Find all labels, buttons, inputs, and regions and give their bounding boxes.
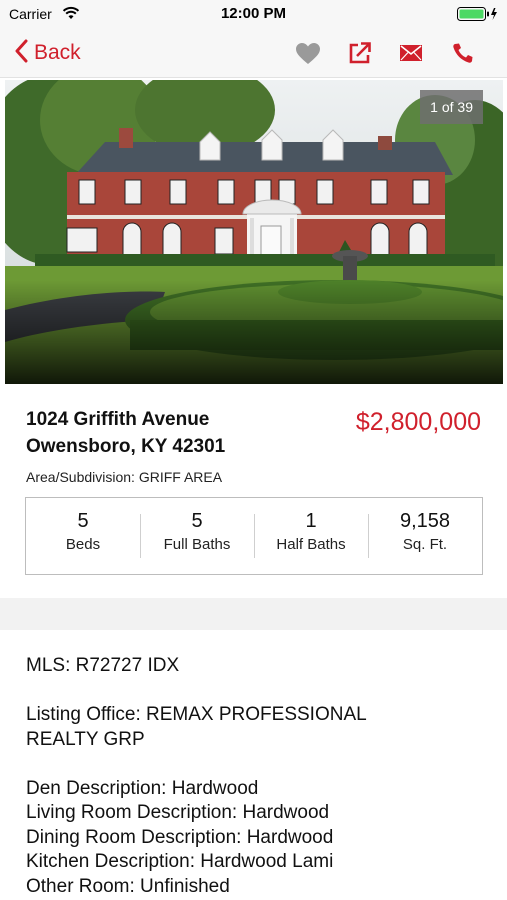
room-description: Living Room Description: Hardwood (26, 802, 330, 823)
photo-counter: 1 of 39 (420, 90, 483, 124)
nav-bar: Back (0, 28, 507, 78)
price: $2,800,000 (355, 408, 481, 436)
listing-office-cont: REALTY GRP (26, 728, 145, 750)
stat-value: 5 (77, 510, 89, 532)
room-description: Other Room: Unfinished (26, 875, 230, 897)
phone-icon[interactable] (449, 40, 477, 66)
stat-label: Full Baths (163, 536, 231, 553)
stat-label: Sq. Ft. (402, 536, 448, 553)
area-subdivision: Area/Subdivision: GRIFF AREA (26, 469, 223, 485)
section-divider (0, 598, 507, 630)
heart-icon[interactable] (294, 40, 322, 66)
room-description: Den Description: Hardwood (26, 777, 259, 799)
address-line1: 1024 Griffith Avenue (26, 409, 210, 430)
room-description: Kitchen Description: Hardwood Lami (26, 851, 334, 872)
stat-value: 9,158 (399, 510, 451, 532)
stats-box: 5 Beds 5 Full Baths 1 Half Baths 9,158 S… (25, 497, 483, 575)
stat-label: Half Baths (276, 536, 346, 553)
stat-half-baths: 1 Half Baths (254, 508, 368, 564)
stat-value: 5 (191, 510, 203, 532)
share-icon[interactable] (346, 40, 374, 66)
listing-office: Listing Office: REMAX PROFESSIONAL (26, 704, 367, 725)
battery-icon (457, 7, 499, 26)
room-description: Dining Room Description: Hardwood (26, 826, 334, 848)
stat-value: 1 (305, 510, 317, 532)
mls-number: MLS: R72727 IDX (26, 655, 180, 676)
address-line2: Owensboro, KY 42301 (26, 436, 226, 457)
listing-details: MLS: R72727 IDX Listing Office: REMAX PR… (26, 654, 496, 899)
stat-label: Beds (65, 536, 101, 553)
status-bar: Carrier 12:00 PM (0, 0, 507, 28)
clock: 12:00 PM (220, 5, 287, 22)
stat-sq-ft: 9,158 Sq. Ft. (368, 508, 482, 564)
chevron-left-icon (14, 39, 28, 68)
listing-photo[interactable]: 1 of 39 (5, 80, 503, 384)
stat-beds: 5 Beds (26, 508, 140, 564)
back-label: Back (34, 41, 81, 64)
back-button[interactable]: Back (14, 38, 81, 68)
stat-full-baths: 5 Full Baths (140, 508, 254, 564)
mail-icon[interactable] (397, 40, 425, 66)
